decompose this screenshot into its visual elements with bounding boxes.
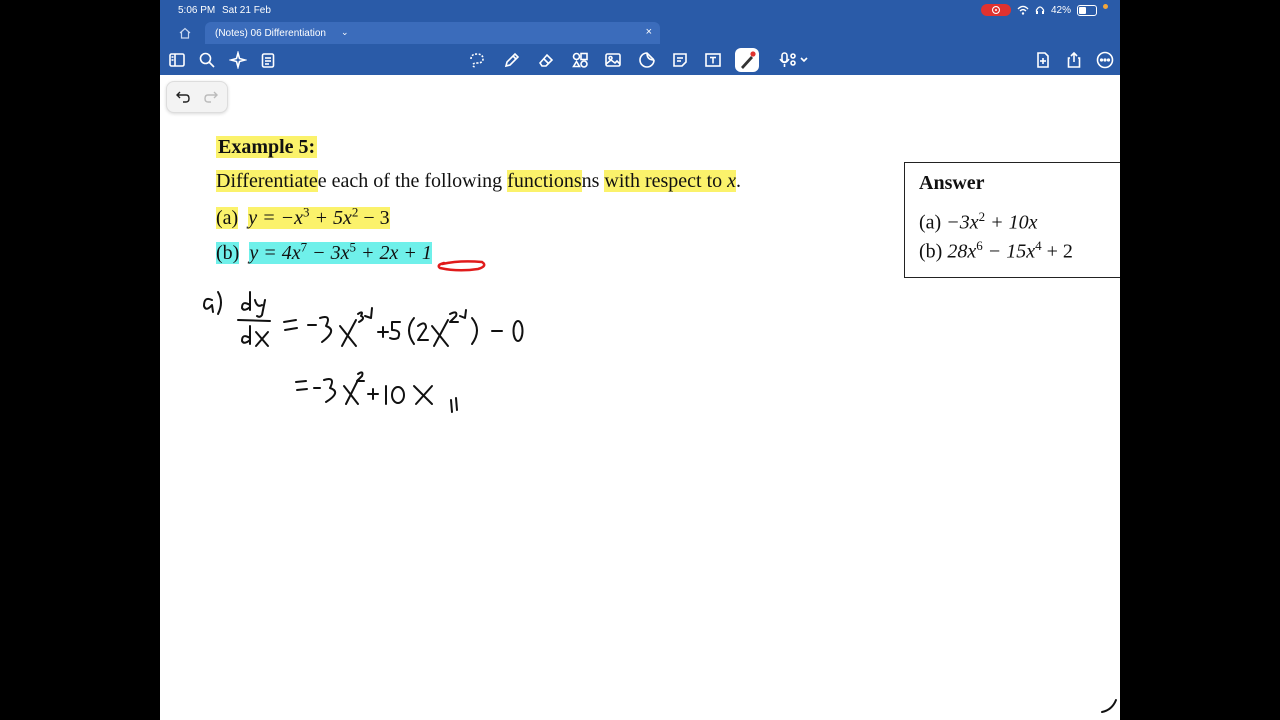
- battery-icon: [1077, 4, 1097, 16]
- question-b: (b) y = 4x7 − 3x5 + 2x + 1: [216, 239, 432, 264]
- status-right: 42%: [980, 3, 1108, 16]
- shapes-icon[interactable]: [571, 51, 589, 69]
- sticky-note-icon[interactable]: [671, 51, 689, 69]
- close-tab-button[interactable]: ×: [646, 26, 652, 38]
- sidebar-icon[interactable]: [168, 51, 186, 69]
- battery-percent: 42%: [1050, 4, 1071, 16]
- question-a: (a) y = −x3 + 5x2 − 3: [216, 204, 390, 229]
- sticker-icon[interactable]: [638, 51, 656, 69]
- answer-title: Answer: [919, 172, 985, 194]
- home-icon[interactable]: [178, 26, 192, 40]
- mic-indicator-dot: [1103, 3, 1108, 9]
- answer-b: (b) 28x6 − 15x4 + 2: [919, 238, 1073, 263]
- document-tab-title: (Notes) 06 Differentiation: [215, 28, 326, 39]
- redo-icon[interactable]: [203, 88, 219, 104]
- laser-pointer-button[interactable]: [735, 48, 759, 72]
- answer-a: (a) −3x2 + 10x: [919, 209, 1038, 234]
- status-date: Sat 21 Feb: [222, 5, 271, 16]
- clipboard-icon[interactable]: [259, 51, 277, 69]
- handwriting-layer: [203, 260, 1117, 713]
- document-tab[interactable]: (Notes) 06 Differentiation ⌄ ×: [205, 22, 660, 44]
- tab-bar: (Notes) 06 Differentiation ⌄ ×: [160, 22, 1120, 44]
- text-box-icon[interactable]: [704, 51, 722, 69]
- status-time: 5:06 PM: [178, 5, 216, 16]
- mic-icon[interactable]: [779, 51, 809, 69]
- example-instruction: Differentiatee each of the following fun…: [216, 170, 742, 192]
- red-underline-annotation: [437, 260, 486, 272]
- sparkle-icon[interactable]: [227, 49, 249, 71]
- screen-record-icon[interactable]: [980, 4, 1011, 16]
- ipad-screen: 5:06 PM Sat 21 Feb 42% (Notes) 06 Differ…: [160, 0, 1120, 720]
- wifi-icon: [1017, 5, 1029, 15]
- undo-redo-group: [166, 81, 228, 113]
- pen-icon[interactable]: [503, 51, 521, 69]
- undo-icon[interactable]: [175, 88, 191, 104]
- chevron-down-icon[interactable]: ⌄: [341, 27, 349, 38]
- image-icon[interactable]: [604, 51, 622, 69]
- eraser-icon[interactable]: [537, 51, 555, 69]
- more-icon[interactable]: [1096, 51, 1114, 69]
- answer-box: Answer (a) −3x2 + 10x (b) 28x6 − 15x4 + …: [904, 162, 1120, 278]
- share-icon[interactable]: [1065, 51, 1083, 69]
- handwritten-solution: [203, 291, 1117, 713]
- laser-pointer-icon: [741, 51, 756, 69]
- add-page-icon[interactable]: [1034, 51, 1052, 69]
- headphones-icon: [1035, 6, 1045, 14]
- search-icon[interactable]: [198, 51, 216, 69]
- example-title: Example 5:: [216, 136, 318, 158]
- status-bar: 5:06 PM Sat 21 Feb 42%: [160, 0, 1120, 22]
- toolbar: [160, 44, 1120, 75]
- lasso-icon[interactable]: [468, 51, 486, 69]
